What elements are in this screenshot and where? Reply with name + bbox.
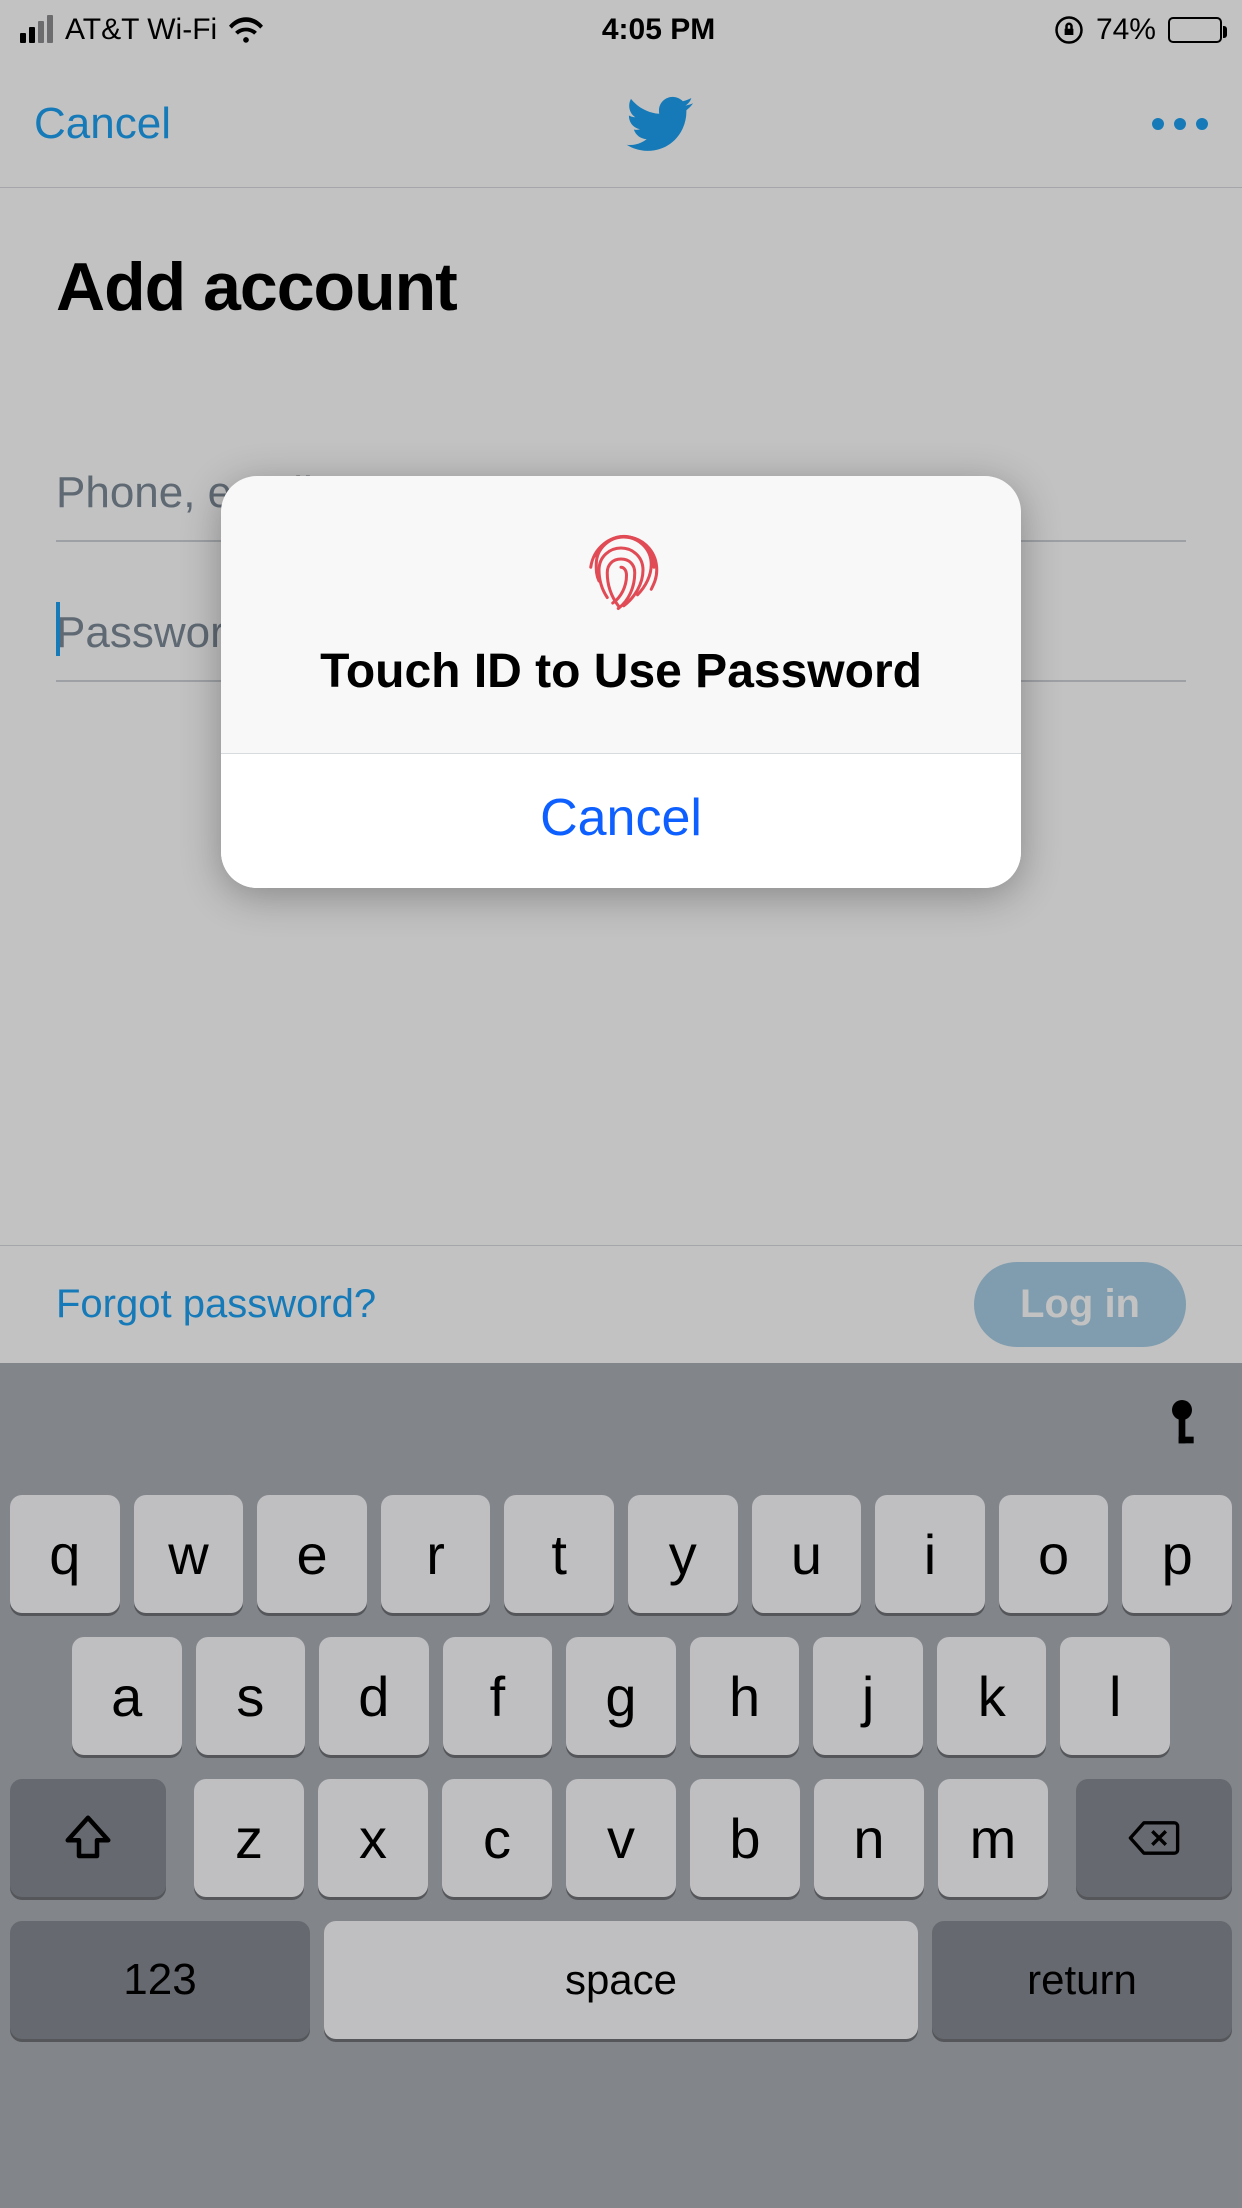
space-key[interactable]: space — [324, 1921, 918, 2039]
key-h[interactable]: h — [690, 1637, 800, 1755]
key-k[interactable]: k — [937, 1637, 1047, 1755]
key-z[interactable]: z — [194, 1779, 304, 1897]
keyboard-suggestion-bar — [10, 1379, 1232, 1471]
nav-bar: Cancel — [0, 60, 1242, 188]
key-q[interactable]: q — [10, 1495, 120, 1613]
touch-id-dialog: Touch ID to Use Password Cancel — [221, 476, 1021, 888]
key-j[interactable]: j — [813, 1637, 923, 1755]
dialog-title: Touch ID to Use Password — [251, 644, 991, 699]
key-t[interactable]: t — [504, 1495, 614, 1613]
key-o[interactable]: o — [999, 1495, 1109, 1613]
key-n[interactable]: n — [814, 1779, 924, 1897]
wifi-icon — [229, 17, 263, 43]
key-p[interactable]: p — [1122, 1495, 1232, 1613]
key-l[interactable]: l — [1060, 1637, 1170, 1755]
key-s[interactable]: s — [196, 1637, 306, 1755]
key-c[interactable]: c — [442, 1779, 552, 1897]
battery-icon — [1168, 17, 1222, 43]
forgot-password-link[interactable]: Forgot password? — [56, 1282, 376, 1327]
cancel-button[interactable]: Cancel — [34, 99, 171, 149]
shift-key[interactable] — [10, 1779, 166, 1897]
key-i[interactable]: i — [875, 1495, 985, 1613]
key-v[interactable]: v — [566, 1779, 676, 1897]
status-time: 4:05 PM — [602, 13, 715, 47]
orientation-lock-icon — [1054, 15, 1084, 45]
numbers-key[interactable]: 123 — [10, 1921, 310, 2039]
key-f[interactable]: f — [443, 1637, 553, 1755]
key-e[interactable]: e — [257, 1495, 367, 1613]
cell-signal-icon — [20, 17, 53, 43]
dialog-cancel-button[interactable]: Cancel — [221, 754, 1021, 888]
twitter-logo-icon — [626, 89, 696, 159]
key-y[interactable]: y — [628, 1495, 738, 1613]
key-a[interactable]: a — [72, 1637, 182, 1755]
login-button[interactable]: Log in — [974, 1262, 1186, 1347]
key-w[interactable]: w — [134, 1495, 244, 1613]
page-title: Add account — [56, 248, 1186, 326]
battery-percent: 74% — [1096, 13, 1156, 47]
keyboard: qwertyuiop asdfghjkl zxcvbnm 123 space r… — [0, 1363, 1242, 2208]
key-b[interactable]: b — [690, 1779, 800, 1897]
key-x[interactable]: x — [318, 1779, 428, 1897]
key-u[interactable]: u — [752, 1495, 862, 1613]
login-footer: Forgot password? Log in — [0, 1245, 1242, 1363]
fingerprint-icon — [577, 526, 665, 614]
carrier-label: AT&T Wi-Fi — [65, 13, 217, 47]
key-g[interactable]: g — [566, 1637, 676, 1755]
key-r[interactable]: r — [381, 1495, 491, 1613]
status-bar: AT&T Wi-Fi 4:05 PM 74% — [0, 0, 1242, 60]
more-options-button[interactable] — [1152, 118, 1208, 130]
backspace-key[interactable] — [1076, 1779, 1232, 1897]
key-m[interactable]: m — [938, 1779, 1048, 1897]
return-key[interactable]: return — [932, 1921, 1232, 2039]
passwords-key-icon[interactable] — [1162, 1400, 1202, 1450]
key-d[interactable]: d — [319, 1637, 429, 1755]
